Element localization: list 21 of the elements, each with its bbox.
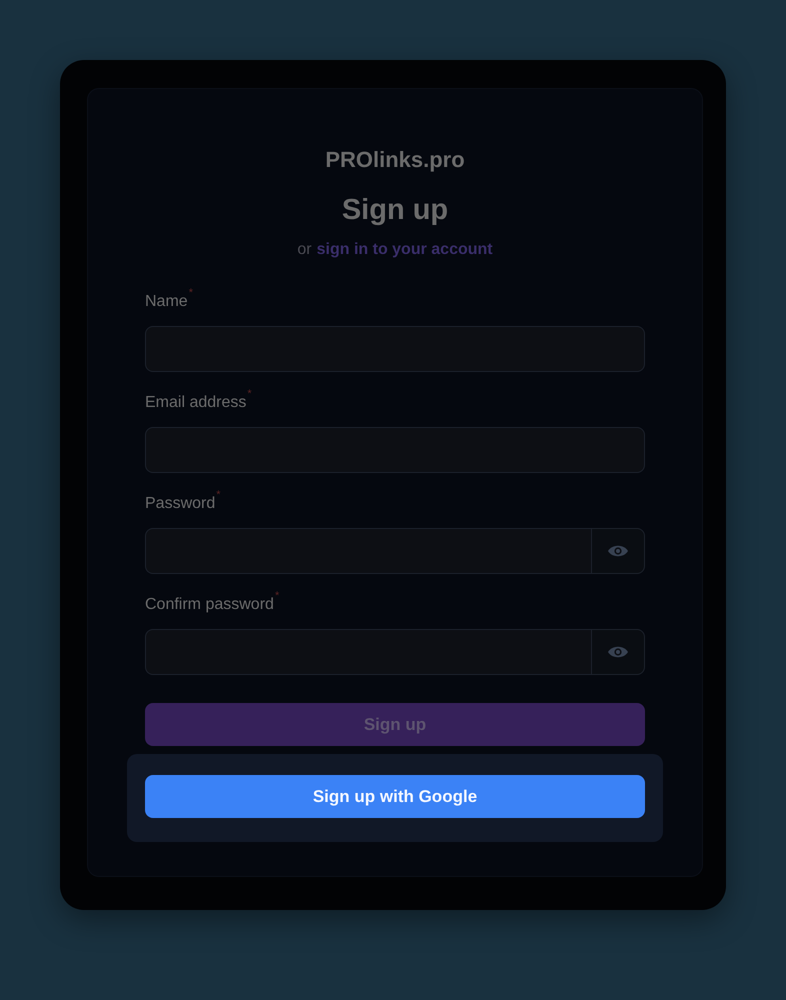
show-password-button[interactable] <box>591 629 645 675</box>
brand-logo: PROlinks.pro <box>325 147 465 173</box>
required-mark: * <box>216 490 221 501</box>
subtitle-text: or <box>297 241 312 259</box>
required-mark: * <box>188 288 193 299</box>
show-password-button[interactable] <box>591 528 645 574</box>
input-field[interactable] <box>145 326 645 372</box>
password-field[interactable] <box>145 629 591 675</box>
field-label: Password <box>145 494 216 514</box>
eye-icon <box>607 644 629 660</box>
field-label: Name <box>145 292 188 312</box>
required-mark: * <box>274 591 280 602</box>
password-field[interactable] <box>145 528 591 574</box>
eye-icon <box>607 543 629 559</box>
page-title: Sign up <box>342 193 448 227</box>
required-mark: * <box>247 389 252 400</box>
field-label: Confirm password <box>145 595 274 615</box>
google-sign-up-button[interactable]: Sign up with Google <box>145 775 645 818</box>
field-label: Email address <box>145 393 246 413</box>
input-field[interactable] <box>145 427 645 473</box>
sign-in-link[interactable]: sign in to your account <box>316 241 493 259</box>
